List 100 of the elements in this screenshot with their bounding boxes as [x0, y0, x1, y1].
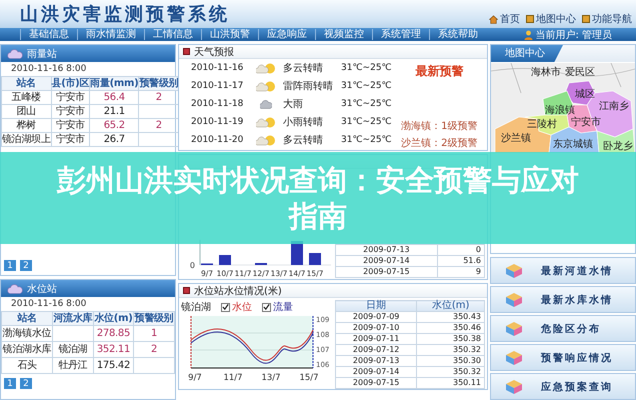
table-cell: 2009-07-14	[336, 366, 417, 378]
place-label: 沙兰镇	[501, 133, 531, 144]
nav-link[interactable]: 视频监控	[315, 29, 372, 40]
temperature: 31℃~25℃	[341, 99, 392, 109]
menu-button[interactable]: 应急预案查询	[490, 373, 636, 400]
nav-link[interactable]: 系统管理	[372, 29, 429, 40]
house-icon	[489, 14, 498, 24]
table-cell: 镜泊湖水库	[2, 342, 52, 358]
table-cell: 175.42	[93, 358, 134, 374]
nav-link[interactable]: 山洪预警	[201, 29, 258, 40]
nav-link[interactable]: 雨水情监测	[77, 29, 144, 40]
table-cell: 2009-07-12	[336, 344, 417, 356]
table-cell: 56.4	[90, 90, 139, 104]
page-button[interactable]: 1	[4, 260, 16, 271]
table-cell: 宁安市	[51, 132, 90, 146]
table-cell: 宁安市	[51, 104, 90, 118]
table-cell: 26.7	[90, 132, 139, 146]
table-cell: 350.32	[416, 344, 484, 356]
box-icon	[505, 320, 523, 336]
box-icon	[505, 262, 523, 278]
square-icon	[582, 15, 590, 23]
place-label: 海浪镇	[545, 105, 575, 116]
page-button[interactable]: 1	[4, 378, 16, 389]
table-cell: 2	[134, 342, 174, 358]
menu-button[interactable]: 最新河道水情	[490, 257, 636, 284]
nav-link[interactable]: 系统帮助	[429, 29, 486, 40]
table-cell	[52, 326, 94, 342]
warning-text[interactable]: 沙兰镇：2级预警	[401, 136, 478, 150]
place-label: 东京城镇	[553, 139, 593, 150]
cloud-sun-icon	[256, 62, 276, 74]
table-cell: 350.32	[416, 366, 484, 378]
table-cell	[134, 358, 174, 374]
table-cell: 2009-07-15	[336, 378, 417, 388]
column-header: 站名	[2, 76, 52, 90]
table-cell: 51.6	[437, 256, 484, 266]
box-icon	[505, 350, 523, 366]
column-header: 日期	[336, 300, 417, 312]
axis-label: 11/7	[223, 373, 243, 383]
warning-text[interactable]: 渤海镇：1级预警	[401, 119, 478, 133]
panel-title: 水位站	[27, 282, 57, 296]
table-cell: 团山	[2, 104, 52, 118]
checkbox-label[interactable]: 水位	[232, 300, 252, 314]
header-link[interactable]: 地图中心	[526, 12, 576, 26]
page-button[interactable]: 2	[20, 260, 32, 271]
table-cell: 2009-07-09	[336, 312, 417, 322]
banner-title: 彭州山洪实时状况查询：安全预警与应对指南	[56, 162, 580, 234]
table-cell: 宁安市	[51, 90, 90, 104]
table-cell: 2009-07-14	[336, 256, 438, 266]
checkbox-label[interactable]: 流量	[273, 300, 293, 314]
timestamp: 2010-11-16 8:00	[10, 298, 88, 311]
latest-warning-title: 最新预警	[415, 63, 464, 80]
nav-link[interactable]: 应急响应	[258, 29, 315, 40]
table-cell: 镜泊湖	[52, 342, 94, 358]
table-cell: 1	[134, 326, 174, 342]
nav-link[interactable]: 工情信息	[144, 29, 201, 40]
column-header: 水位(m)	[416, 300, 484, 312]
menu-button[interactable]: 预警响应情况	[490, 344, 636, 371]
cloud-icon	[260, 100, 272, 108]
table-cell: 镜泊湖坝上	[2, 132, 52, 146]
place-label: 爱民区	[565, 67, 595, 78]
box-icon	[505, 378, 523, 394]
table-cell: 350.11	[416, 378, 484, 388]
checkbox[interactable]	[221, 302, 230, 312]
page-button[interactable]: 2	[20, 378, 32, 389]
axis-label: 9/7	[188, 373, 202, 383]
map-drawing[interactable]	[491, 63, 635, 153]
table-cell: 21.1	[90, 104, 139, 118]
menu-button[interactable]: 危险区分布	[490, 315, 636, 342]
forecast-date: 2010-11-19	[191, 117, 244, 127]
table-cell: 352.11	[93, 342, 134, 358]
map-tab[interactable]: 地图中心	[491, 45, 563, 62]
place-label: 三陵村	[527, 119, 557, 130]
timestamp: 2010-11-16 8:00	[10, 63, 88, 76]
axis-label: 0	[190, 261, 195, 270]
menu-button[interactable]: 最新水库水情	[490, 286, 636, 313]
weather-description: 多云转晴	[283, 62, 324, 75]
table-cell: 五峰楼	[2, 90, 52, 104]
header-link[interactable]: 首页	[489, 12, 520, 26]
cloud-icon	[7, 284, 23, 294]
table-cell: 350.46	[416, 322, 484, 334]
current-user-label: 当前用户: 管理员	[535, 28, 612, 42]
header-link[interactable]: 功能导航	[582, 12, 632, 26]
checkbox[interactable]	[262, 302, 271, 312]
temperature: 31℃~25℃	[341, 63, 392, 73]
column-header: 县(市)区	[51, 76, 90, 90]
weather-description: 小雨转晴	[283, 116, 324, 129]
table-cell: 2009-07-13	[336, 356, 417, 366]
box-icon	[505, 292, 523, 308]
column-header: 河流水库	[52, 312, 94, 326]
nav-link[interactable]: 基础信息	[20, 29, 77, 40]
table-cell: 渤海镇水位	[2, 326, 52, 342]
column-header: 站名	[2, 312, 52, 326]
weather-description: 雷阵雨转晴	[283, 80, 334, 93]
table-cell: 2009-07-15	[336, 266, 438, 278]
table-cell: 牡丹江	[52, 358, 94, 374]
table-cell: 278.85	[93, 326, 134, 342]
person-icon	[524, 30, 534, 40]
column-header: 预警级别	[134, 312, 174, 326]
table-cell: 宁安市	[51, 118, 90, 132]
table-cell: 2009-07-11	[336, 334, 417, 344]
